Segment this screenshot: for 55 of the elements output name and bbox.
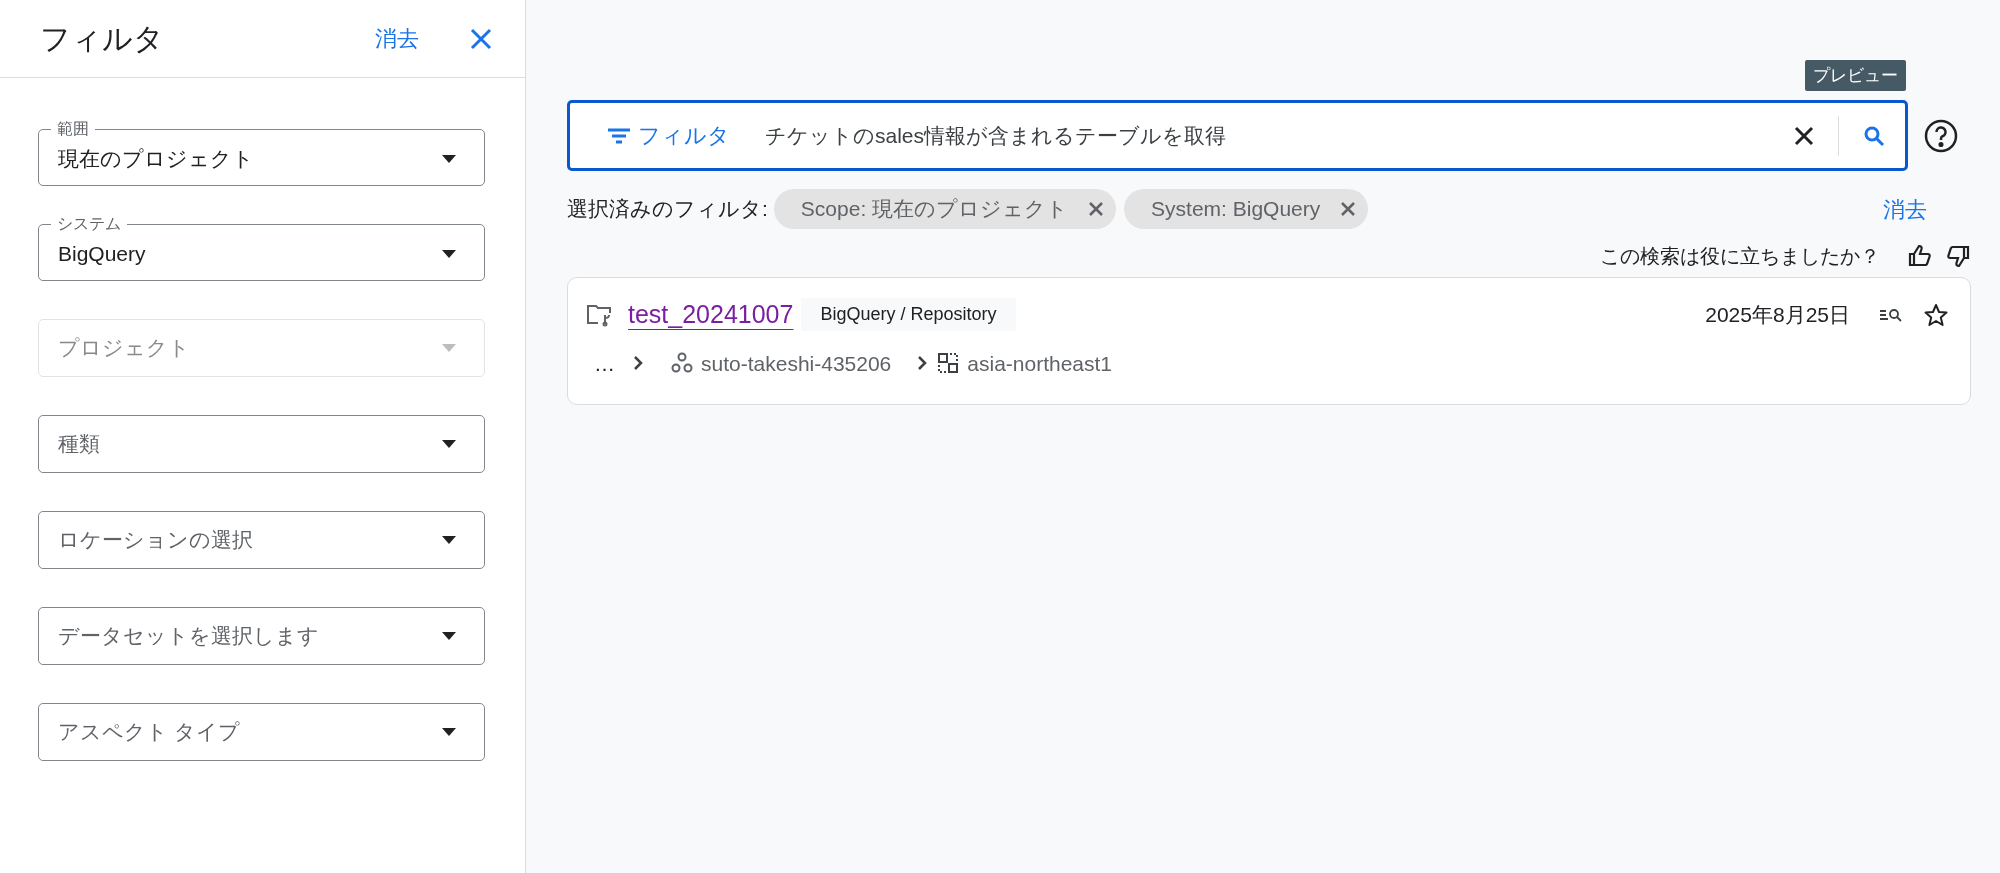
remove-icon[interactable]: [1088, 201, 1105, 217]
dropdown-caret-icon: [442, 344, 456, 352]
thumbs-up-icon[interactable]: [1908, 244, 1932, 268]
dropdown-caret-icon: [442, 632, 456, 640]
dropdown-field[interactable]: アスペクト タイプ: [38, 703, 485, 761]
field-placeholder: ロケーションの選択: [58, 527, 253, 554]
result-link[interactable]: test_20241007: [628, 296, 794, 334]
search-bar[interactable]: フィルタ チケットのsales情報が含まれるテーブルを取得: [567, 100, 1908, 171]
help-icon[interactable]: [1924, 118, 1958, 153]
sidebar-title: フィルタ: [40, 21, 165, 57]
folder-branch-icon: [586, 302, 614, 327]
dropdown-caret-icon: [442, 728, 456, 736]
chip-label: System: BigQuery: [1151, 196, 1321, 223]
field-placeholder: データセットを選択します: [58, 623, 319, 650]
filter-icon: [608, 127, 630, 144]
clear-link[interactable]: 消去: [375, 22, 419, 55]
field-placeholder: アスペクト タイプ: [58, 719, 240, 746]
feedback-question: この検索は役に立ちましたか？: [1600, 244, 1880, 269]
field-label: システム: [56, 214, 122, 234]
result-date: 2025年8月25日: [1705, 302, 1850, 328]
selected-filters-label: 選択済みのフィルタ:: [567, 196, 768, 223]
clear-link[interactable]: 消去: [1883, 192, 1927, 226]
path-label: suto-takeshi-435206: [701, 350, 892, 377]
grid-location-icon: [937, 352, 960, 375]
search-icon[interactable]: [1863, 124, 1885, 147]
dropdown-field[interactable]: 種類: [38, 415, 485, 473]
dropdown-caret-icon: [442, 440, 456, 448]
field-value: BigQuery: [58, 241, 146, 268]
dropdown-caret-icon: [442, 155, 456, 163]
more-path[interactable]: …: [594, 347, 615, 379]
dropdown-caret-icon: [442, 250, 456, 258]
dropdown-field[interactable]: 範囲 現在のプロジェクト: [38, 119, 485, 186]
filter-chip[interactable]: Scope: 現在のプロジェクト: [773, 189, 1117, 229]
dropdown-field[interactable]: ロケーションの選択: [38, 511, 485, 569]
chevron-right-icon: [633, 355, 643, 372]
field-label: 範囲: [56, 119, 90, 139]
filter-button[interactable]: フィルタ: [608, 119, 730, 152]
nodes-icon: [671, 352, 693, 375]
path-label: asia-northeast1: [967, 350, 1113, 377]
dropdown-caret-icon: [442, 536, 456, 544]
field-placeholder: 種類: [58, 431, 100, 458]
filter-chip[interactable]: System: BigQuery: [1124, 189, 1369, 229]
dropdown-field[interactable]: データセットを選択します: [38, 607, 485, 665]
close-icon[interactable]: [1794, 125, 1814, 146]
field-placeholder: プロジェクト: [58, 335, 190, 362]
preview-tooltip: プレビュー: [1805, 60, 1906, 91]
chevron-right-icon: [917, 355, 928, 372]
search-list-icon[interactable]: [1880, 306, 1902, 323]
search-query: チケットのsales情報が含まれるテーブルを取得: [765, 122, 1228, 149]
star-icon[interactable]: [1924, 302, 1948, 327]
field-value: 現在のプロジェクト: [58, 146, 254, 173]
thumbs-down-icon[interactable]: [1946, 244, 1970, 268]
chip-label: Scope: 現在のプロジェクト: [800, 196, 1069, 223]
remove-icon[interactable]: [1340, 201, 1357, 217]
result-tag: BigQuery / Repository: [801, 298, 1016, 332]
